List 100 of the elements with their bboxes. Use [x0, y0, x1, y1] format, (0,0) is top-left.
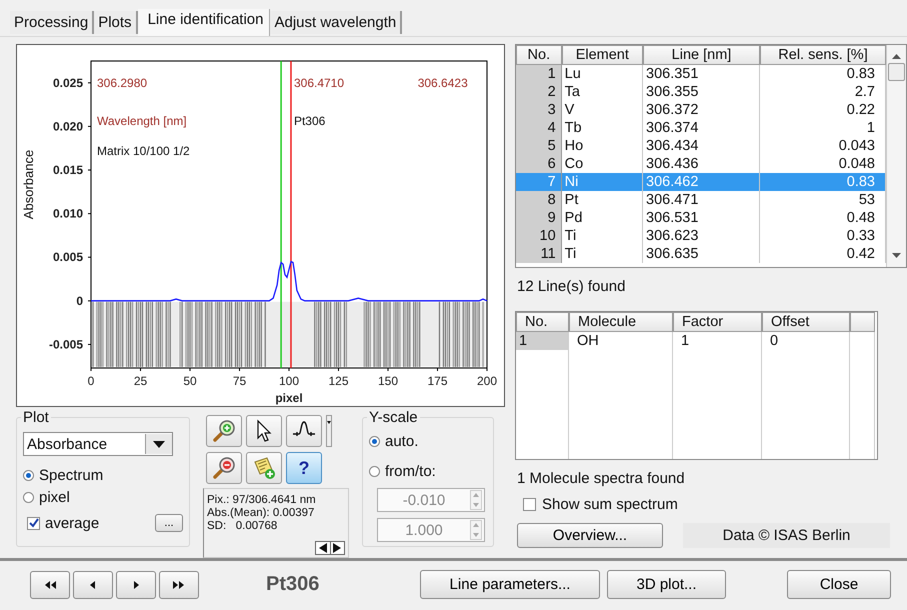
- tab[interactable]: Line identification: [138, 9, 270, 36]
- column-header[interactable]: Factor: [673, 312, 762, 332]
- column-header[interactable]: Rel. sens. [%]: [760, 45, 886, 65]
- show-sum-checkbox[interactable]: Show sum spectrum: [523, 496, 907, 513]
- table-cell: V: [562, 101, 643, 119]
- column-header[interactable]: No.: [516, 45, 562, 65]
- y-tick-mark: [88, 170, 92, 171]
- tool-button[interactable]: [246, 415, 282, 447]
- tab[interactable]: Processing: [10, 11, 94, 34]
- y-tick-mark: [88, 126, 92, 127]
- x-tick-mark: [140, 368, 141, 372]
- tab[interactable]: Adjust wavelength: [270, 11, 402, 34]
- table-row[interactable]: 2 Ta 306.355 2.7: [516, 83, 886, 101]
- table-cell: 306.635: [643, 245, 760, 263]
- radio-option[interactable]: from/to:: [369, 460, 487, 482]
- plot-type-dropdown[interactable]: Absorbance: [23, 432, 173, 456]
- average-checkbox[interactable]: average: [27, 514, 100, 532]
- table-row[interactable]: 8 Pt 306.471 53: [516, 191, 886, 209]
- overview-button[interactable]: Overview...: [517, 523, 663, 548]
- more-button[interactable]: ...: [155, 514, 183, 532]
- tab[interactable]: Plots: [94, 11, 138, 34]
- note-add-icon: [252, 456, 276, 480]
- scrollbar[interactable]: [886, 45, 906, 267]
- column-header[interactable]: Molecule: [569, 312, 673, 332]
- table-cell: 306.355: [643, 83, 760, 101]
- column-header[interactable]: Element: [562, 45, 643, 65]
- y-tick-mark: [88, 213, 92, 214]
- group-title: Y-scale: [368, 409, 419, 426]
- table-cell: 0.83: [760, 173, 886, 191]
- plot-annotation: Wavelength [nm]: [97, 114, 187, 128]
- row-number: 3: [516, 101, 562, 119]
- column-header[interactable]: Offset: [762, 312, 850, 332]
- table-cell: 306.351: [643, 65, 760, 83]
- table-cell-text: 0: [769, 332, 780, 350]
- x-tick-mark: [437, 368, 438, 372]
- table-cell: Pd: [562, 209, 643, 227]
- x-tick-label: 100: [278, 374, 300, 388]
- zoom-in-icon: [212, 419, 236, 443]
- x-tick-label: 175: [427, 374, 448, 388]
- x-tick-mark: [486, 368, 488, 372]
- table-row[interactable]: 11 Ti 306.635 0.42: [516, 245, 886, 263]
- spinner-icon: [470, 490, 482, 510]
- table-cell-text: OH: [576, 332, 600, 350]
- x-tick-mark: [288, 368, 290, 372]
- caret-icon: [153, 440, 165, 448]
- column-header[interactable]: [850, 312, 875, 332]
- up-arrow-icon: [892, 53, 901, 59]
- x-axis-label: pixel: [275, 391, 303, 405]
- column-header[interactable]: Line [nm]: [642, 45, 760, 65]
- x-tick-label: 200: [476, 374, 498, 388]
- nav-button[interactable]: [30, 570, 70, 598]
- column-header[interactable]: No.: [516, 312, 569, 332]
- row-number: 1: [516, 65, 562, 83]
- action-button[interactable]: 3D plot...: [607, 570, 726, 599]
- action-button[interactable]: Line parameters...: [420, 570, 600, 599]
- table-row[interactable]: 5 Ho 306.434 0.043: [516, 137, 886, 155]
- plot-annotation: 306.4710: [294, 76, 344, 90]
- zoom-out-icon: [212, 456, 236, 480]
- table-row[interactable]: 3 V 306.372 0.22: [516, 101, 886, 119]
- radio-option[interactable]: pixel: [23, 486, 183, 508]
- tool-button[interactable]: [286, 415, 322, 447]
- table-cell: Ta: [562, 83, 643, 101]
- table-row[interactable]: 9 Pd 306.531 0.48: [516, 209, 886, 227]
- x-tick-label: 150: [378, 374, 398, 388]
- dropdown-toggle[interactable]: [326, 415, 332, 447]
- table-cell: Tb: [562, 119, 643, 137]
- x-tick-label: 75: [232, 374, 246, 388]
- info-text: SD: 0.00768: [207, 520, 278, 533]
- rewind-icon: [44, 580, 56, 590]
- table-cell: 306.462: [643, 173, 760, 191]
- table-cell: Ti: [562, 227, 643, 245]
- radio-option[interactable]: auto.: [369, 430, 487, 452]
- x-tick-label: 125: [328, 374, 349, 388]
- plot-annotation: Pt306: [294, 114, 326, 128]
- y-tick-label: -0.005: [48, 337, 83, 352]
- y-tick-label: 0.010: [52, 206, 83, 221]
- row-number: 1: [516, 332, 569, 350]
- plot-annotation: Matrix 10/100 1/2: [97, 144, 190, 158]
- x-tick-mark: [338, 368, 339, 372]
- table-row[interactable]: 4 Tb 306.374 1: [516, 119, 886, 137]
- table-row[interactable]: 10 Ti 306.623 0.33: [516, 227, 886, 245]
- table-cell-text: 1: [680, 332, 690, 350]
- table-row[interactable]: 1 Lu 306.351 0.83: [516, 65, 886, 83]
- table-cell: 306.471: [643, 191, 760, 209]
- help-button[interactable]: ?: [286, 452, 322, 484]
- table-cell: 306.374: [643, 119, 760, 137]
- nav-button[interactable]: [159, 570, 199, 598]
- row-number: 8: [516, 191, 562, 209]
- x-tick-label: 0: [88, 374, 94, 388]
- x-tick-mark: [90, 368, 92, 372]
- row-number: 6: [516, 155, 562, 173]
- y-tick-mark: [88, 256, 92, 258]
- table-cell: 306.623: [643, 227, 760, 245]
- row-number: 7: [516, 173, 562, 191]
- spinner-icon: [470, 520, 482, 540]
- action-button[interactable]: Close: [787, 570, 891, 599]
- row-number: 5: [516, 137, 562, 155]
- scrollbar-thumb[interactable]: [888, 63, 905, 81]
- radio-option[interactable]: Spectrum: [23, 464, 183, 486]
- group-title: Plot: [22, 409, 50, 426]
